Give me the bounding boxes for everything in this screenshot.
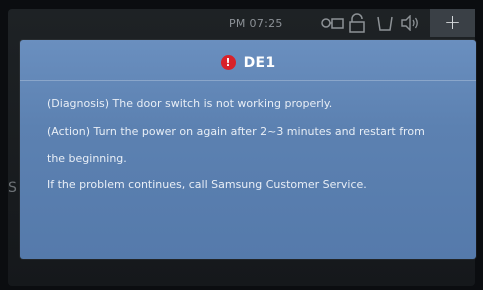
exclamation-icon: !: [220, 55, 236, 70]
error-code-title: DE1: [243, 54, 276, 71]
tub-icon: [376, 14, 394, 36]
sound-icon: [400, 14, 420, 35]
child-lock-icon: [349, 13, 365, 37]
action-text-continued: the beginning.: [47, 152, 127, 165]
door-lock-icon: [320, 15, 344, 35]
clock-time: PM 07:25: [229, 17, 283, 30]
background-label: S: [8, 180, 17, 196]
dialog-header: ! DE1: [20, 40, 476, 81]
error-dialog[interactable]: ! DE1 (Diagnosis) The door switch is not…: [20, 40, 476, 259]
add-button[interactable]: +: [430, 9, 475, 37]
service-text: If the problem continues, call Samsung C…: [47, 178, 367, 191]
action-text: (Action) Turn the power on again after 2…: [47, 125, 425, 138]
diagnosis-text: (Diagnosis) The door switch is not worki…: [47, 97, 333, 110]
status-bar: PM 07:25 +: [8, 9, 475, 39]
